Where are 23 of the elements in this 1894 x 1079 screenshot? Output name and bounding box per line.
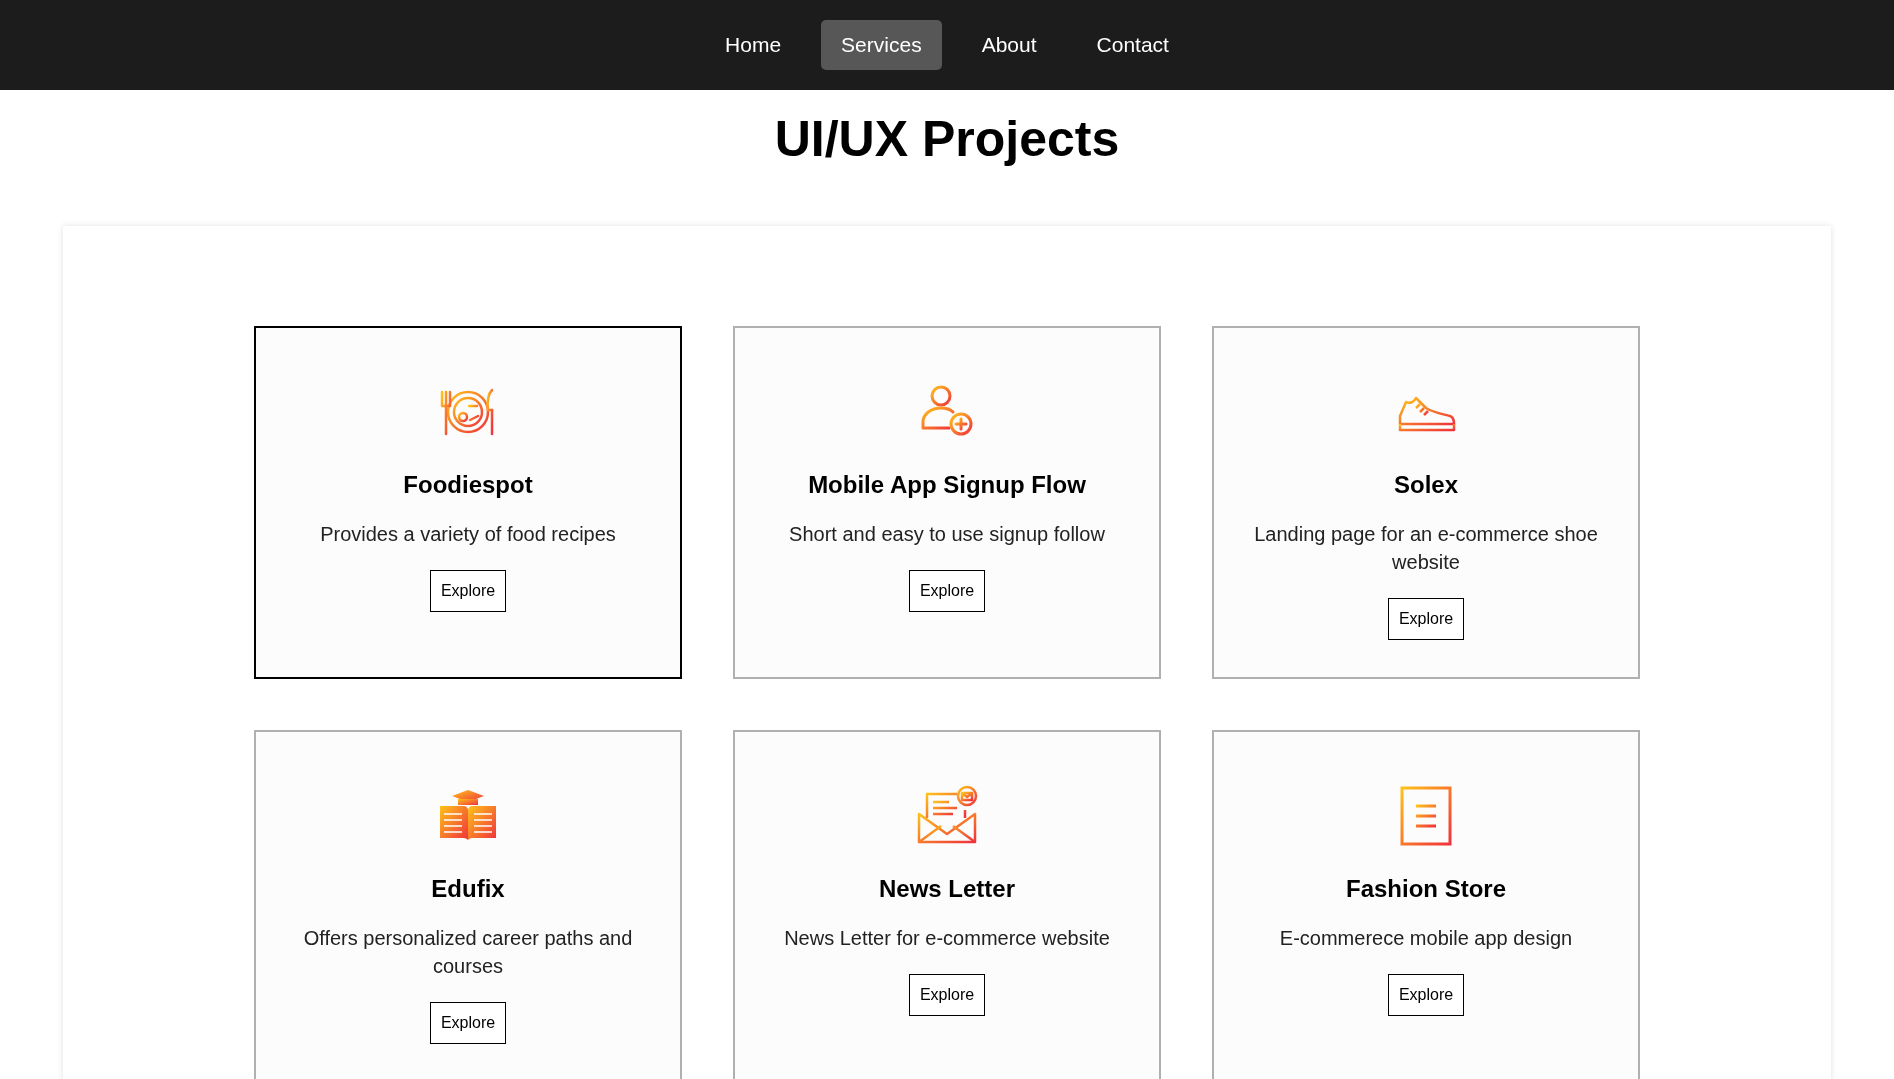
project-description: Provides a variety of food recipes xyxy=(320,522,616,547)
project-description: Landing page for an e-commerce shoe website xyxy=(1253,522,1599,575)
project-title: News Letter xyxy=(878,874,1015,904)
project-title: Mobile App Signup Flow xyxy=(808,470,1086,500)
project-title: Foodiespot xyxy=(403,470,533,500)
project-title: Fashion Store xyxy=(1346,874,1506,904)
explore-button[interactable]: Explore xyxy=(908,974,986,1016)
project-description: Offers personalized career paths and courses xyxy=(302,926,634,979)
explore-button[interactable]: Explore xyxy=(429,1002,507,1044)
nav-link[interactable]: Contact xyxy=(1076,20,1189,70)
project-title: Edufix xyxy=(431,874,505,904)
nav-link[interactable]: Services xyxy=(821,20,942,70)
project-title: Solex xyxy=(1394,470,1458,500)
nav-link[interactable]: About xyxy=(961,20,1057,70)
explore-button[interactable]: Explore xyxy=(429,570,507,612)
explore-button[interactable]: Explore xyxy=(1387,598,1465,640)
explore-button[interactable]: Explore xyxy=(908,570,986,612)
project-description: Short and easy to use signup follow xyxy=(789,522,1105,547)
nav-link[interactable]: Home xyxy=(705,20,802,70)
page-heading: UI/UX Projects xyxy=(773,110,1121,169)
project-description: News Letter for e-commerce website xyxy=(784,926,1110,951)
project-description: E-commerece mobile app design xyxy=(1279,926,1573,951)
explore-button[interactable]: Explore xyxy=(1387,974,1465,1016)
